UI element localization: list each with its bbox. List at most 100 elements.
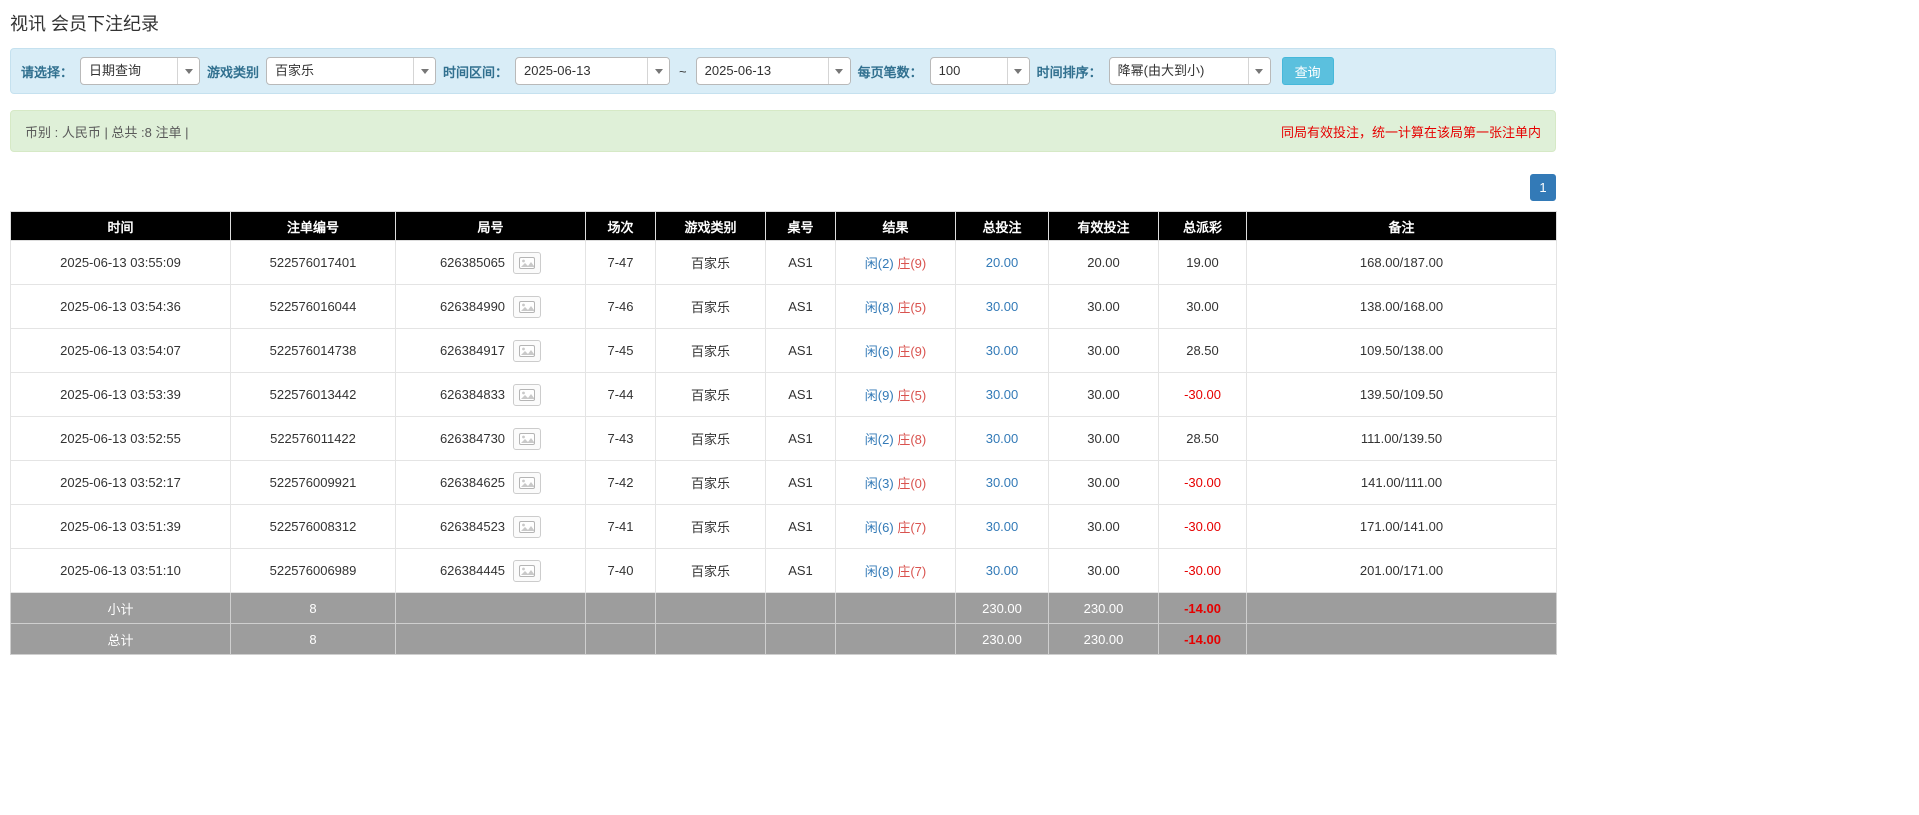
chevron-down-icon[interactable] — [1007, 58, 1029, 84]
currency-summary-text: 币别 : 人民币 | 总共 :8 注单 | — [25, 122, 189, 141]
result-player: 闲(6) — [865, 520, 894, 535]
pagination: 1 — [10, 174, 1556, 201]
result-banker: 庄(7) — [897, 520, 926, 535]
chevron-down-icon[interactable] — [413, 58, 435, 84]
cell-bet-id: 522576017401 — [231, 241, 396, 285]
valid-bet: 30.00 — [1087, 299, 1120, 314]
round-detail-button[interactable] — [513, 252, 541, 274]
table-row: 2025-06-13 03:55:09522576017401626385065… — [11, 241, 1557, 285]
payout: 28.50 — [1186, 343, 1219, 358]
cell-result: 闲(8) 庄(5) — [836, 285, 956, 329]
total-bet-link[interactable]: 30.00 — [986, 475, 1019, 490]
game-type: 百家乐 — [691, 564, 730, 579]
table-row: 2025-06-13 03:54:36522576016044626384990… — [11, 285, 1557, 329]
cell-valid-bet: 20.00 — [1049, 241, 1159, 285]
cell-result: 闲(9) 庄(5) — [836, 373, 956, 417]
total-bet-link[interactable]: 30.00 — [986, 519, 1019, 534]
round-detail-button[interactable] — [513, 428, 541, 450]
result-banker: 庄(7) — [897, 564, 926, 579]
round-detail-button[interactable] — [513, 560, 541, 582]
valid-bet: 30.00 — [1087, 343, 1120, 358]
total-bet-link[interactable]: 30.00 — [986, 563, 1019, 578]
bet-time: 2025-06-13 03:51:10 — [60, 563, 181, 578]
game-type-select[interactable]: 百家乐 — [266, 57, 436, 85]
cell-round: 626384917 — [396, 329, 586, 373]
cell-game-type: 百家乐 — [656, 329, 766, 373]
cards-icon — [519, 565, 535, 577]
valid-bet: 30.00 — [1087, 431, 1120, 446]
bet-id: 522576014738 — [270, 343, 357, 358]
subtotal-count: 8 — [231, 593, 396, 624]
cell-note: 201.00/171.00 — [1247, 549, 1557, 593]
chevron-down-icon[interactable] — [828, 58, 850, 84]
cell-total-bet: 30.00 — [956, 549, 1049, 593]
round-detail-button[interactable] — [513, 516, 541, 538]
cell-note: 109.50/138.00 — [1247, 329, 1557, 373]
total-bet-link[interactable]: 30.00 — [986, 299, 1019, 314]
total-note — [1247, 624, 1557, 655]
cell-time: 2025-06-13 03:55:09 — [11, 241, 231, 285]
result-player: 闲(9) — [865, 388, 894, 403]
cards-icon — [519, 477, 535, 489]
date-from-value: 2025-06-13 — [516, 58, 647, 84]
time-range-label: 时间区间： — [443, 62, 508, 81]
cards-icon — [519, 433, 535, 445]
subtotal-label: 小计 — [11, 593, 231, 624]
cell-table-no: AS1 — [766, 329, 836, 373]
cell-note: 171.00/141.00 — [1247, 505, 1557, 549]
total-bet-link[interactable]: 30.00 — [986, 343, 1019, 358]
round-detail-button[interactable] — [513, 384, 541, 406]
cell-game-type: 百家乐 — [656, 417, 766, 461]
total-bet-link[interactable]: 20.00 — [986, 255, 1019, 270]
cell-result: 闲(2) 庄(9) — [836, 241, 956, 285]
table-no: AS1 — [788, 563, 813, 578]
cell-note: 141.00/111.00 — [1247, 461, 1557, 505]
cell-game-type: 百家乐 — [656, 505, 766, 549]
session: 7-40 — [607, 563, 633, 578]
chevron-down-icon[interactable] — [1248, 58, 1270, 84]
cell-table-no: AS1 — [766, 549, 836, 593]
result-banker: 庄(8) — [897, 432, 926, 447]
table-no: AS1 — [788, 475, 813, 490]
chevron-down-icon[interactable] — [647, 58, 669, 84]
total-payout: -14.00 — [1184, 632, 1221, 647]
cell-payout: 28.50 — [1159, 417, 1247, 461]
cell-round: 626385065 — [396, 241, 586, 285]
cell-total-bet: 30.00 — [956, 461, 1049, 505]
query-type-select[interactable]: 日期查询 — [80, 57, 200, 85]
date-from-picker[interactable]: 2025-06-13 — [515, 57, 670, 85]
col-header-note: 备注 — [1247, 212, 1557, 241]
game-type: 百家乐 — [691, 520, 730, 535]
sort-order-value: 降幂(由大到小) — [1110, 58, 1248, 84]
cell-payout: -30.00 — [1159, 373, 1247, 417]
sort-order-label: 时间排序： — [1037, 62, 1102, 81]
sort-order-select[interactable]: 降幂(由大到小) — [1109, 57, 1271, 85]
chevron-down-icon[interactable] — [177, 58, 199, 84]
total-bet-link[interactable]: 30.00 — [986, 431, 1019, 446]
round-detail-button[interactable] — [513, 340, 541, 362]
total-bet-link[interactable]: 30.00 — [986, 387, 1019, 402]
valid-bet: 30.00 — [1087, 519, 1120, 534]
cell-table-no: AS1 — [766, 417, 836, 461]
per-page-select[interactable]: 100 — [930, 57, 1030, 85]
date-to-picker[interactable]: 2025-06-13 — [696, 57, 851, 85]
round-id: 626384523 — [440, 519, 505, 534]
result-player: 闲(2) — [865, 432, 894, 447]
col-header-result: 结果 — [836, 212, 956, 241]
search-button[interactable]: 查询 — [1282, 57, 1334, 85]
total-valid-bet: 230.00 — [1049, 624, 1159, 655]
bet-id: 522576008312 — [270, 519, 357, 534]
cell-payout: -30.00 — [1159, 461, 1247, 505]
col-header-table-no: 桌号 — [766, 212, 836, 241]
round-detail-button[interactable] — [513, 472, 541, 494]
page-number-button[interactable]: 1 — [1530, 174, 1556, 201]
cell-note: 111.00/139.50 — [1247, 417, 1557, 461]
table-row: 2025-06-13 03:53:39522576013442626384833… — [11, 373, 1557, 417]
cell-time: 2025-06-13 03:52:17 — [11, 461, 231, 505]
subtotal-total-bet: 230.00 — [956, 593, 1049, 624]
summary-bar: 币别 : 人民币 | 总共 :8 注单 | 同局有效投注，统一计算在该局第一张注… — [10, 110, 1556, 152]
round-detail-button[interactable] — [513, 296, 541, 318]
note: 201.00/171.00 — [1360, 563, 1443, 578]
table-no: AS1 — [788, 255, 813, 270]
table-row: 2025-06-13 03:51:39522576008312626384523… — [11, 505, 1557, 549]
